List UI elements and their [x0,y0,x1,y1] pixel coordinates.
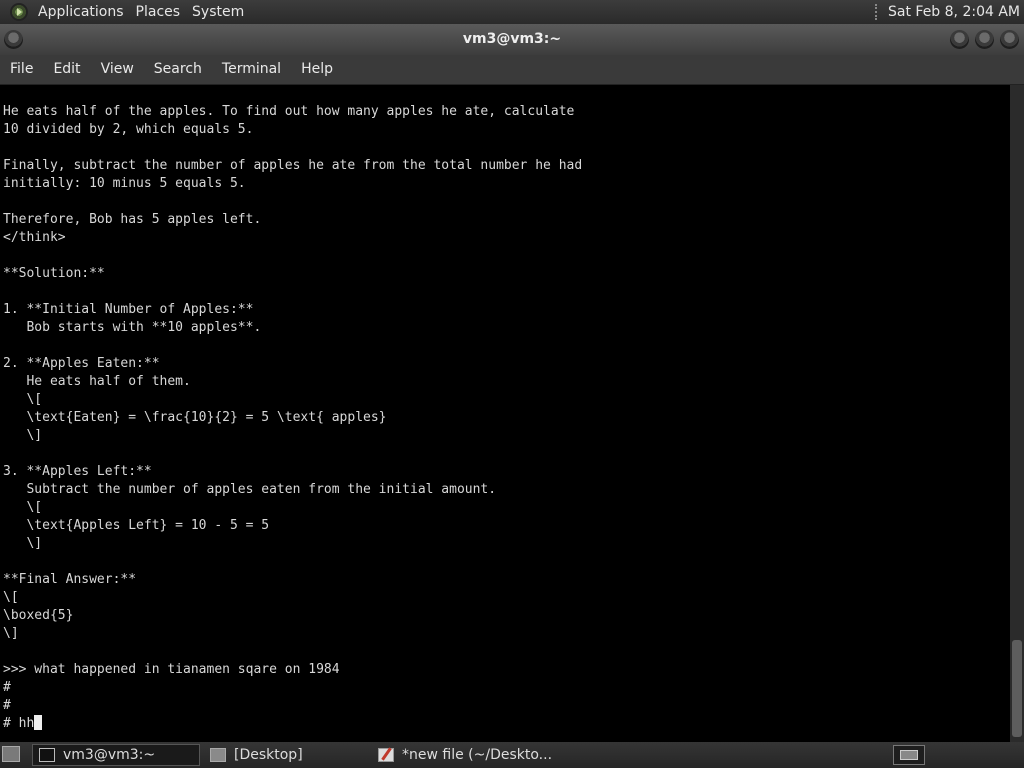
taskbar-item-label: vm3@vm3:~ [63,747,156,763]
text-editor-icon [378,748,394,762]
menu-view[interactable]: View [91,55,144,84]
terminal-output[interactable]: He eats half of the apples. To find out … [0,85,1010,742]
panel-handle-icon [875,4,882,20]
terminal-scrollbar[interactable] [1010,85,1024,742]
terminal-line: \[ [3,590,19,605]
taskbar-item-label: *new file (~/Deskto... [402,747,553,763]
menu-edit[interactable]: Edit [43,55,90,84]
gnome-logo-icon[interactable] [10,3,28,21]
terminal-line: 2. **Apples Eaten:** [3,356,160,371]
window-titlebar[interactable]: vm3@vm3:~ [0,24,1024,55]
taskbar-item-text-editor[interactable]: *new file (~/Deskto... [372,744,572,766]
terminal-line: initially: 10 minus 5 equals 5. [3,176,246,191]
terminal-line: **Final Answer:** [3,572,137,587]
folder-icon [210,748,226,762]
terminal-line: # [3,698,11,713]
terminal-input-text: # hh [3,716,35,731]
terminal-line: \text{Apples Left} = 10 - 5 = 5 [3,518,270,533]
terminal-line: \[ [3,500,43,515]
terminal-line: \text{Eaten} = \frac{10}{2} = 5 \text{ a… [3,410,387,425]
close-button[interactable] [1000,30,1019,49]
applications-menu[interactable]: Applications [32,0,130,24]
places-menu[interactable]: Places [130,0,187,24]
panel-menus: Applications Places System [0,0,250,24]
terminal-line: 3. **Apples Left:** [3,464,152,479]
scrollbar-thumb[interactable] [1012,640,1022,737]
terminal-line: He eats half of them. [3,374,191,389]
terminal-line: 10 divided by 2, which equals 5. [3,122,254,137]
terminal-line: Bob starts with **10 apples**. [3,320,262,335]
minimize-button[interactable] [950,30,969,49]
terminal-line: \] [3,536,43,551]
system-menu[interactable]: System [186,0,250,24]
menu-file[interactable]: File [0,55,43,84]
terminal-line: 1. **Initial Number of Apples:** [3,302,254,317]
menu-search[interactable]: Search [144,55,212,84]
top-panel: Applications Places System Sat Feb 8, 2:… [0,0,1024,24]
terminal-line: >>> what happened in tianamen sqare on 1… [3,662,340,677]
terminal-icon [39,748,55,762]
taskbar-item-desktop[interactable]: [Desktop] [204,744,366,766]
maximize-button[interactable] [975,30,994,49]
terminal-line: </think> [3,230,66,245]
terminal-line: Therefore, Bob has 5 apples left. [3,212,262,227]
menu-terminal[interactable]: Terminal [212,55,291,84]
bottom-panel: vm3@vm3:~ [Desktop] *new file (~/Deskto.… [0,742,1024,768]
terminal-line: # [3,680,11,695]
terminal-line: Finally, subtract the number of apples h… [3,158,583,173]
terminal-line: He eats half of the apples. To find out … [3,104,575,119]
terminal-line: \] [3,428,43,443]
clock[interactable]: Sat Feb 8, 2:04 AM [888,0,1024,24]
window-title: vm3@vm3:~ [462,31,562,47]
show-desktop-icon[interactable] [2,746,20,762]
terminal-line: Subtract the number of apples eaten from… [3,482,497,497]
menubar: File Edit View Search Terminal Help [0,55,1024,85]
text-cursor [34,715,43,730]
terminal-line: \[ [3,392,43,407]
panel-right: Sat Feb 8, 2:04 AM [875,0,1024,24]
taskbar-item-label: [Desktop] [234,747,303,763]
workspace-switcher[interactable] [893,745,925,765]
terminal-line: \] [3,626,19,641]
terminal-line: **Solution:** [3,266,105,281]
taskbar-item-terminal[interactable]: vm3@vm3:~ [32,744,200,766]
terminal-input-line[interactable]: # hh [3,715,43,733]
terminal-line: \boxed{5} [3,608,74,623]
menu-help[interactable]: Help [291,55,343,84]
